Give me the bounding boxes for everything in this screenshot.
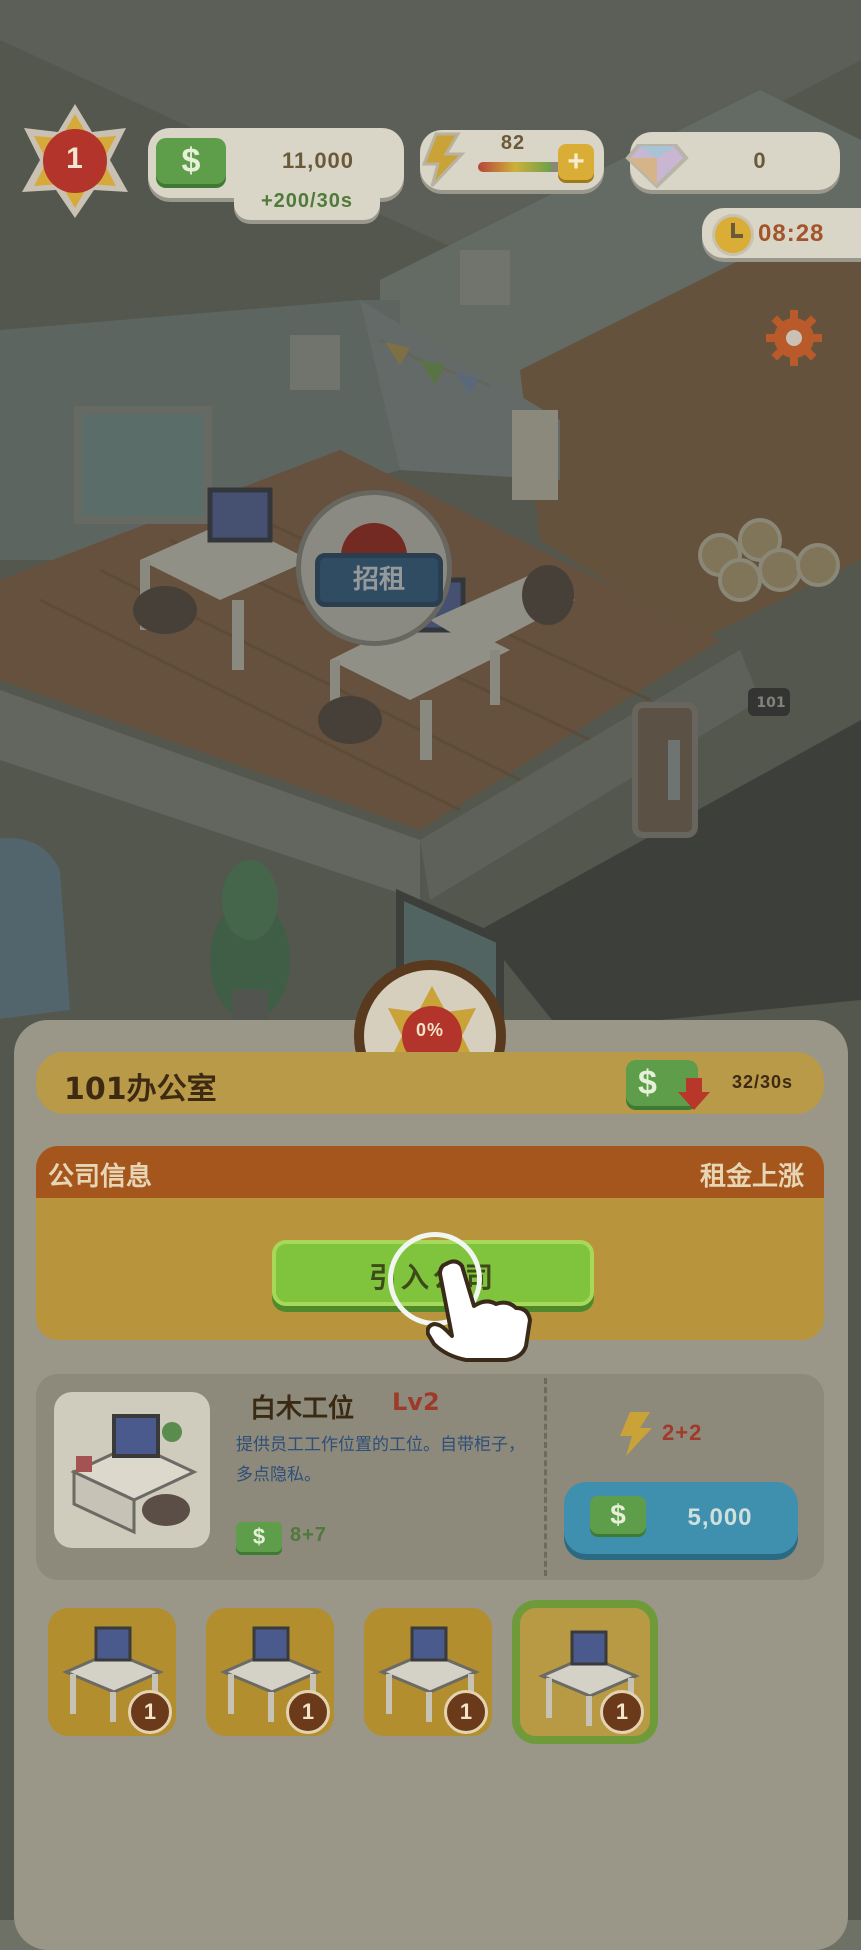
room-progress-percent: 0% <box>415 1020 444 1040</box>
item-divider <box>544 1378 547 1576</box>
timer-display: 08:28 <box>702 208 861 258</box>
clock-icon <box>712 214 754 256</box>
desk-slot-1[interactable]: 1 <box>48 1608 176 1736</box>
timer-value: 08:28 <box>758 220 825 247</box>
desk-item-thumbnail <box>54 1392 210 1548</box>
desk-item-description: 提供员工工作位置的工位。自带柜子，多点隐私。 <box>236 1435 525 1485</box>
desk-slot-4-selected[interactable]: 1 <box>512 1600 658 1744</box>
settings-gear-icon[interactable] <box>764 308 824 368</box>
tutorial-hand-pointer-icon <box>425 1254 536 1364</box>
desk-slot-3[interactable]: 1 <box>364 1608 492 1736</box>
desk-slot-badge: 1 <box>286 1690 330 1734</box>
desk-slot-badge: 1 <box>128 1690 172 1734</box>
level-number: 1 <box>66 142 84 175</box>
energy-value: 82 <box>500 132 526 154</box>
lightning-icon <box>414 132 468 188</box>
buy-desk-price: 5,000 <box>687 1504 753 1531</box>
add-energy-button[interactable]: + <box>558 144 594 180</box>
rent-sign-label: 招租 <box>315 553 443 607</box>
desk-item-energy: 2+2 <box>662 1420 703 1445</box>
desk-item-card: 白木工位 Lv2 提供员工工作位置的工位。自带柜子，多点隐私。 $ 8+7 2+… <box>36 1374 824 1580</box>
rent-down-arrow-icon <box>676 1076 712 1112</box>
item-energy-icon <box>616 1410 656 1458</box>
level-badge[interactable]: 1 <box>12 98 138 224</box>
energy-display[interactable]: 82 + <box>420 130 604 190</box>
room-header: 101办公室 $ 32/30s <box>36 1052 824 1114</box>
item-income-icon: $ <box>236 1522 282 1552</box>
room-name: 101办公室 <box>64 1072 217 1107</box>
gems-amount: 0 <box>753 148 767 173</box>
desk-item-name: 白木工位 <box>250 1394 355 1424</box>
desk-slot-2[interactable]: 1 <box>206 1608 334 1736</box>
money-amount: 11,000 <box>281 148 355 173</box>
desk-item-income: 8+7 <box>290 1524 327 1546</box>
desk-slot-badge: 1 <box>600 1690 644 1734</box>
door-plate: 101 <box>756 695 786 711</box>
rent-sign[interactable]: 招租 <box>296 490 452 646</box>
energy-bar-fill <box>478 162 552 172</box>
gems-display[interactable]: 0 <box>625 132 840 190</box>
buy-money-icon: $ <box>590 1496 646 1534</box>
income-rate-pill: +200/30s <box>234 184 380 220</box>
income-rate: +200/30s <box>261 190 353 212</box>
rent-rate: 32/30s <box>732 1072 794 1092</box>
buy-desk-button[interactable]: $ 5,000 <box>564 1482 798 1554</box>
white-desk-icon <box>70 1414 198 1535</box>
energy-bar <box>478 162 570 172</box>
desk-slot-badge: 1 <box>444 1690 488 1734</box>
gem-icon <box>624 126 690 192</box>
rent-increase-label: 租金上涨 <box>699 1162 804 1192</box>
company-info-label: 公司信息 <box>48 1162 153 1192</box>
desk-item-level: Lv2 <box>392 1388 440 1416</box>
money-icon: $ <box>156 138 226 184</box>
